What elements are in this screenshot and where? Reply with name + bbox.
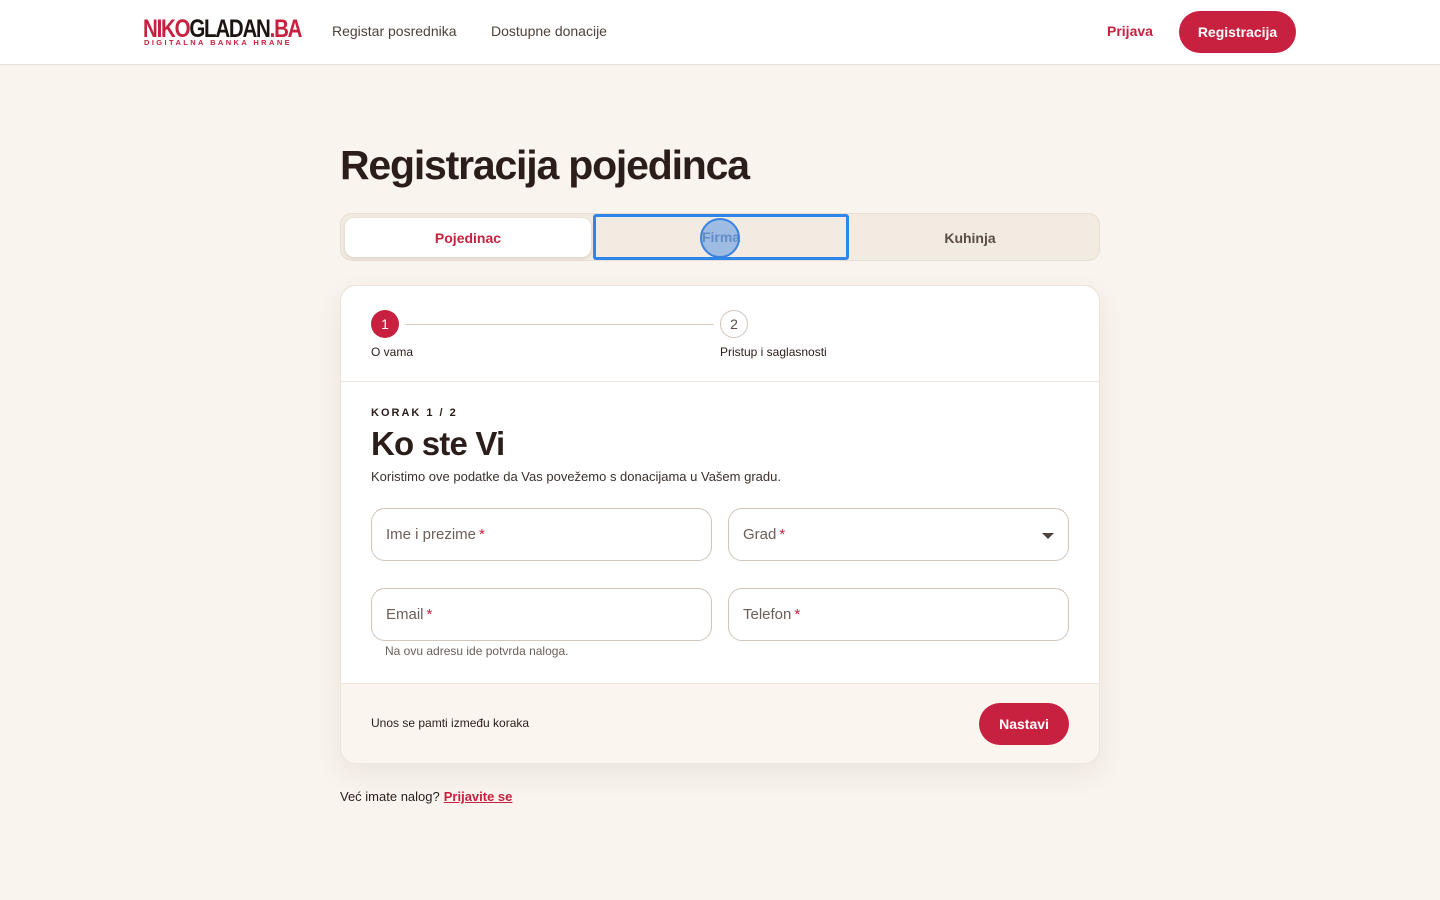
- existing-account-prompt: Već imate nalog? Prijavite se: [340, 789, 512, 804]
- step-connector: [405, 324, 714, 325]
- step-2-indicator: 2: [720, 310, 748, 338]
- logo-tagline: DIGITALNA BANKA HRANE: [144, 38, 293, 47]
- city-label-text: Grad: [743, 526, 777, 543]
- step-counter: KORAK 1 / 2: [371, 407, 458, 419]
- site-logo[interactable]: NIKOGLADAN.BA DIGITALNA BANKA HRANE: [143, 16, 302, 48]
- stepper: 1 2 O vama Pristup i saglasnosti: [341, 286, 1099, 382]
- required-mark: *: [779, 526, 786, 543]
- top-navbar: NIKOGLADAN.BA DIGITALNA BANKA HRANE Regi…: [0, 0, 1440, 65]
- tab-kuhinja[interactable]: Kuhinja: [847, 218, 1093, 257]
- required-mark: *: [426, 606, 433, 623]
- phone-label-text: Telefon: [743, 606, 792, 623]
- autosave-note: Unos se pamti između koraka: [371, 716, 530, 730]
- click-indicator: [700, 218, 740, 258]
- login-prompt-link[interactable]: Prijavite se: [444, 789, 513, 804]
- nav-link-dostupne-donacije[interactable]: Dostupne donacije: [491, 23, 607, 39]
- email-label-text: Email: [386, 606, 424, 623]
- city-select[interactable]: Grad *: [728, 508, 1069, 561]
- step-2-label: Pristup i saglasnosti: [720, 345, 827, 359]
- required-mark: *: [794, 606, 801, 623]
- nav-link-registar-posrednika[interactable]: Registar posrednika: [332, 23, 457, 39]
- full-name-field[interactable]: Ime i prezime *: [371, 508, 712, 561]
- phone-field[interactable]: Telefon *: [728, 588, 1069, 641]
- section-title: Ko ste Vi: [371, 425, 505, 462]
- login-link[interactable]: Prijava: [1107, 23, 1153, 39]
- register-button[interactable]: Registracija: [1179, 11, 1296, 53]
- section-description: Koristimo ove podatke da Vas povežemo s …: [371, 469, 781, 484]
- registration-card: 1 2 O vama Pristup i saglasnosti KORAK 1…: [340, 285, 1100, 764]
- step-1-label: O vama: [371, 345, 414, 359]
- phone-label: Telefon *: [743, 606, 800, 623]
- step-1-indicator: 1: [371, 310, 399, 338]
- existing-account-text: Već imate nalog?: [340, 789, 440, 804]
- chevron-down-icon: [1042, 533, 1054, 539]
- email-field[interactable]: Email *: [371, 588, 712, 641]
- tab-pojedinac[interactable]: Pojedinac: [345, 218, 591, 257]
- full-name-label-text: Ime i prezime: [386, 526, 477, 543]
- city-label: Grad *: [743, 526, 785, 543]
- email-label: Email *: [386, 606, 432, 623]
- required-mark: *: [479, 526, 485, 543]
- next-button[interactable]: Nastavi: [979, 703, 1069, 745]
- email-helper-text: Na ovu adresu ide potvrda naloga.: [385, 644, 569, 658]
- page-title: Registracija pojedinca: [340, 142, 750, 188]
- full-name-label: Ime i prezime *: [386, 526, 485, 543]
- card-footer: Unos se pamti između koraka Nastavi: [341, 683, 1099, 763]
